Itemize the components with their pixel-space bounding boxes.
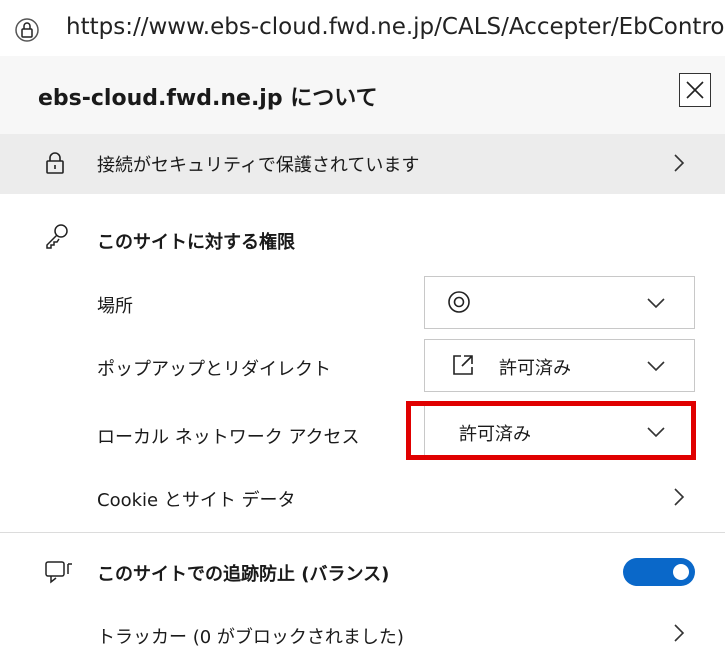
trackers-label: トラッカー (0 がブロックされました) bbox=[97, 627, 404, 648]
divider bbox=[0, 532, 725, 533]
location-permission-label: 場所 bbox=[97, 296, 133, 317]
toggle-knob bbox=[673, 564, 689, 580]
trackers-row[interactable]: トラッカー (0 がブロックされました) bbox=[0, 606, 725, 651]
permissions-title: このサイトに対する権限 bbox=[97, 232, 295, 253]
chevron-down-icon bbox=[645, 358, 667, 377]
connection-security-row[interactable]: 接続がセキュリティで保護されています bbox=[0, 134, 725, 194]
location-icon bbox=[447, 290, 471, 320]
cookies-label: Cookie とサイト データ bbox=[97, 490, 296, 511]
tracking-prevention-toggle[interactable] bbox=[623, 558, 695, 586]
connection-security-label: 接続がセキュリティで保護されています bbox=[97, 155, 420, 176]
address-bar[interactable]: https://www.ebs-cloud.fwd.ne.jp/CALS/Acc… bbox=[0, 0, 725, 56]
site-info-title: ebs-cloud.fwd.ne.jp について bbox=[38, 86, 378, 111]
tracking-prevention-icon bbox=[44, 558, 78, 590]
chevron-right-icon bbox=[672, 622, 686, 648]
chevron-right-icon bbox=[672, 152, 686, 178]
tracking-prevention-title: このサイトでの追跡防止 (バランス) bbox=[97, 564, 390, 585]
close-button[interactable] bbox=[679, 73, 711, 107]
popup-permission-value: 許可済み bbox=[499, 358, 571, 379]
location-permission-dropdown[interactable] bbox=[424, 276, 695, 329]
local-network-permission-label: ローカル ネットワーク アクセス bbox=[97, 427, 360, 448]
site-info-header: ebs-cloud.fwd.ne.jp について bbox=[0, 56, 725, 134]
key-icon bbox=[44, 222, 70, 254]
highlight-box bbox=[406, 401, 696, 460]
cookies-row[interactable]: Cookie とサイト データ bbox=[0, 470, 725, 524]
lock-icon[interactable] bbox=[14, 18, 40, 46]
external-link-icon bbox=[451, 353, 475, 381]
popup-permission-label: ポップアップとリダイレクト bbox=[97, 359, 331, 380]
lock-icon bbox=[44, 151, 66, 179]
popup-permission-dropdown[interactable]: 許可済み bbox=[424, 339, 695, 392]
url-text[interactable]: https://www.ebs-cloud.fwd.ne.jp/CALS/Acc… bbox=[66, 14, 725, 40]
chevron-down-icon bbox=[645, 295, 667, 314]
chevron-right-icon bbox=[672, 486, 686, 512]
close-icon bbox=[686, 81, 704, 99]
